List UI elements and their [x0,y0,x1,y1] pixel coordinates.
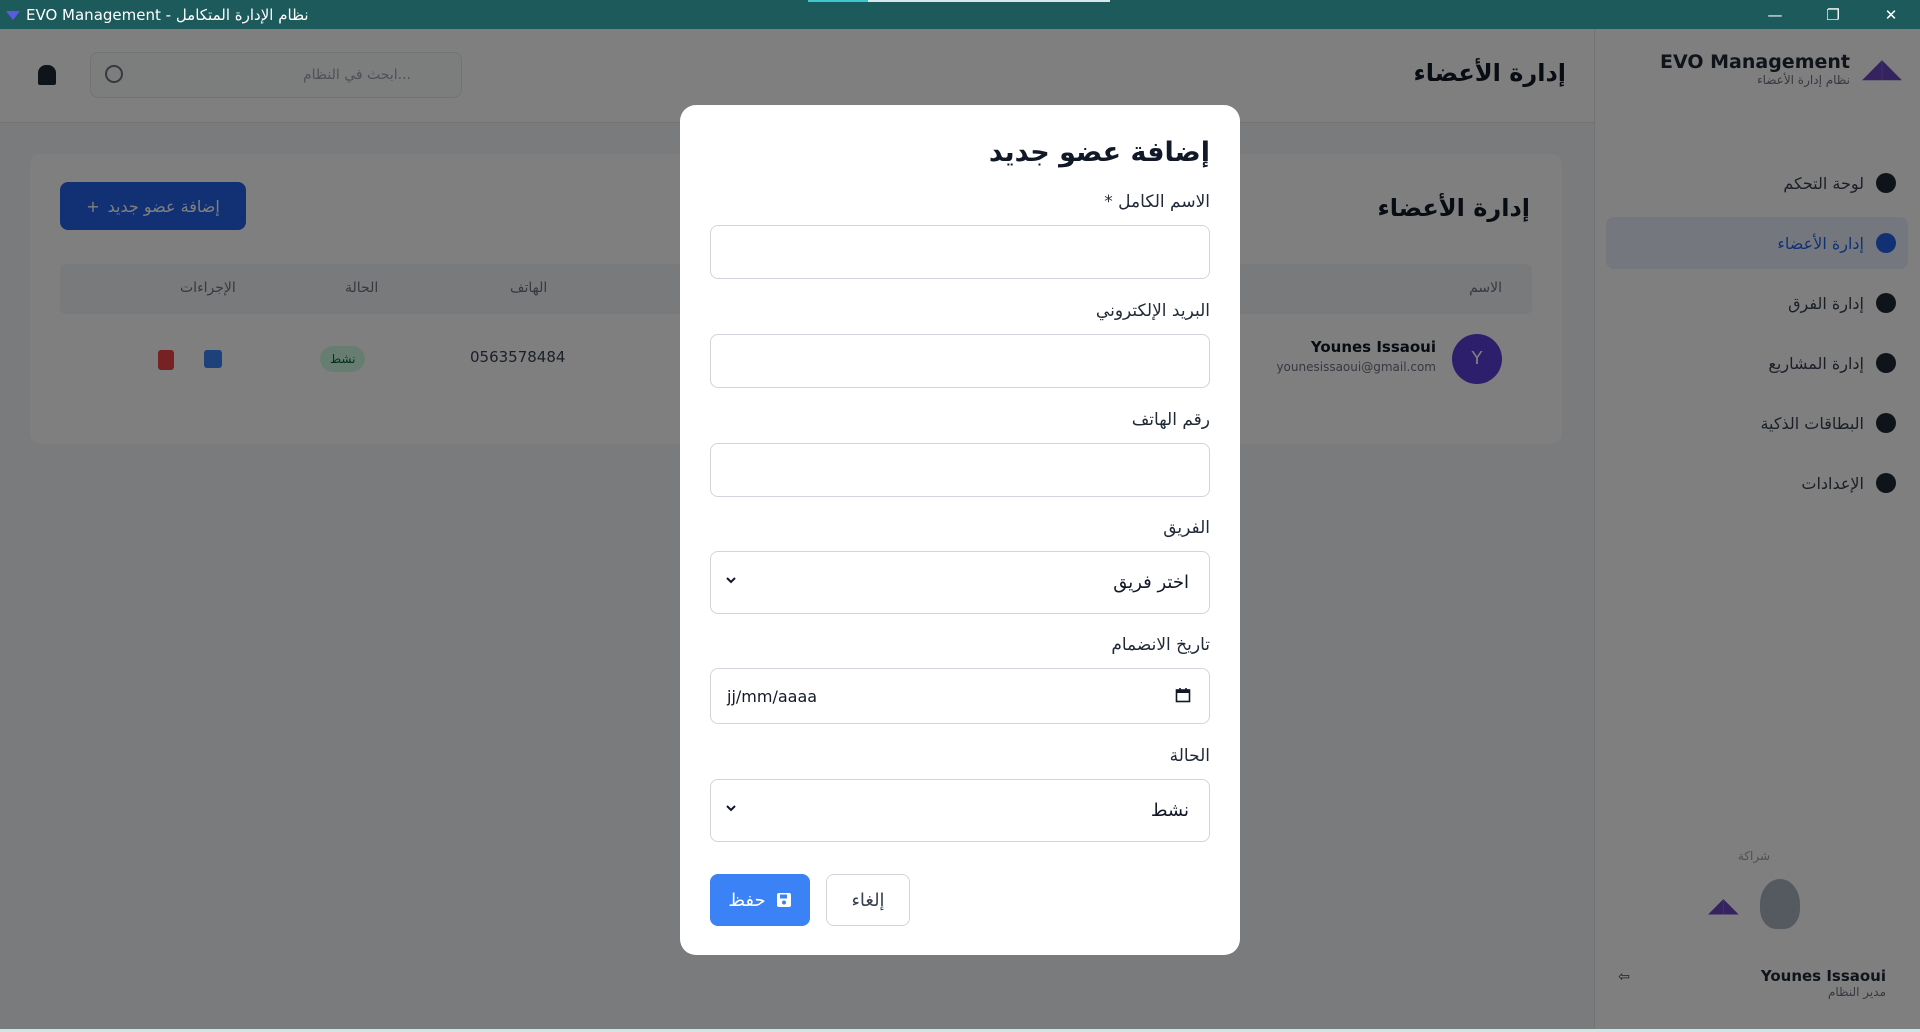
window-titlebar: EVO Management - نظام الإدارة المتكامل —… [0,0,1920,29]
phone-field[interactable] [710,443,1210,497]
cancel-button-label: إلغاء [851,889,885,911]
restore-button[interactable]: ❐ [1804,0,1862,29]
full-name-field[interactable] [710,225,1210,279]
app-logo-icon [6,8,20,22]
phone-label: رقم الهاتف [1131,410,1210,430]
join-date-field[interactable]: jj/mm/aaaa [710,668,1210,724]
team-select-value: اختر فريق [1113,572,1189,593]
floppy-disk-icon [776,893,791,907]
status-select-value: نشط [1150,800,1189,821]
loading-progress-bar [808,0,1110,2]
join-date-value: jj/mm/aaaa [727,687,818,706]
loading-progress-fill [808,0,869,2]
save-button[interactable]: حفظ [710,874,810,926]
chevron-down-icon [726,805,736,812]
email-label: البريد الإلكتروني [1095,301,1210,321]
close-button[interactable]: ✕ [1862,0,1920,29]
modal-title: إضافة عضو جديد [988,137,1210,168]
team-select[interactable]: اختر فريق [710,551,1210,614]
status-select[interactable]: نشط [710,779,1210,842]
full-name-label: الاسم الكامل * [1104,192,1210,212]
minimize-button[interactable]: — [1746,0,1804,29]
email-field[interactable] [710,334,1210,388]
team-label: الفريق [1163,518,1210,538]
save-button-label: حفظ [728,889,766,911]
chevron-down-icon [726,577,736,584]
add-member-modal: إضافة عضو جديد الاسم الكامل * البريد الإ… [680,105,1240,955]
join-date-label: تاريخ الانضمام [1111,635,1210,655]
status-label: الحالة [1169,746,1210,766]
cancel-button[interactable]: إلغاء [826,874,910,926]
window-title: EVO Management - نظام الإدارة المتكامل [26,5,309,24]
window-controls: — ❐ ✕ [1746,0,1920,29]
calendar-icon[interactable] [1175,687,1191,703]
